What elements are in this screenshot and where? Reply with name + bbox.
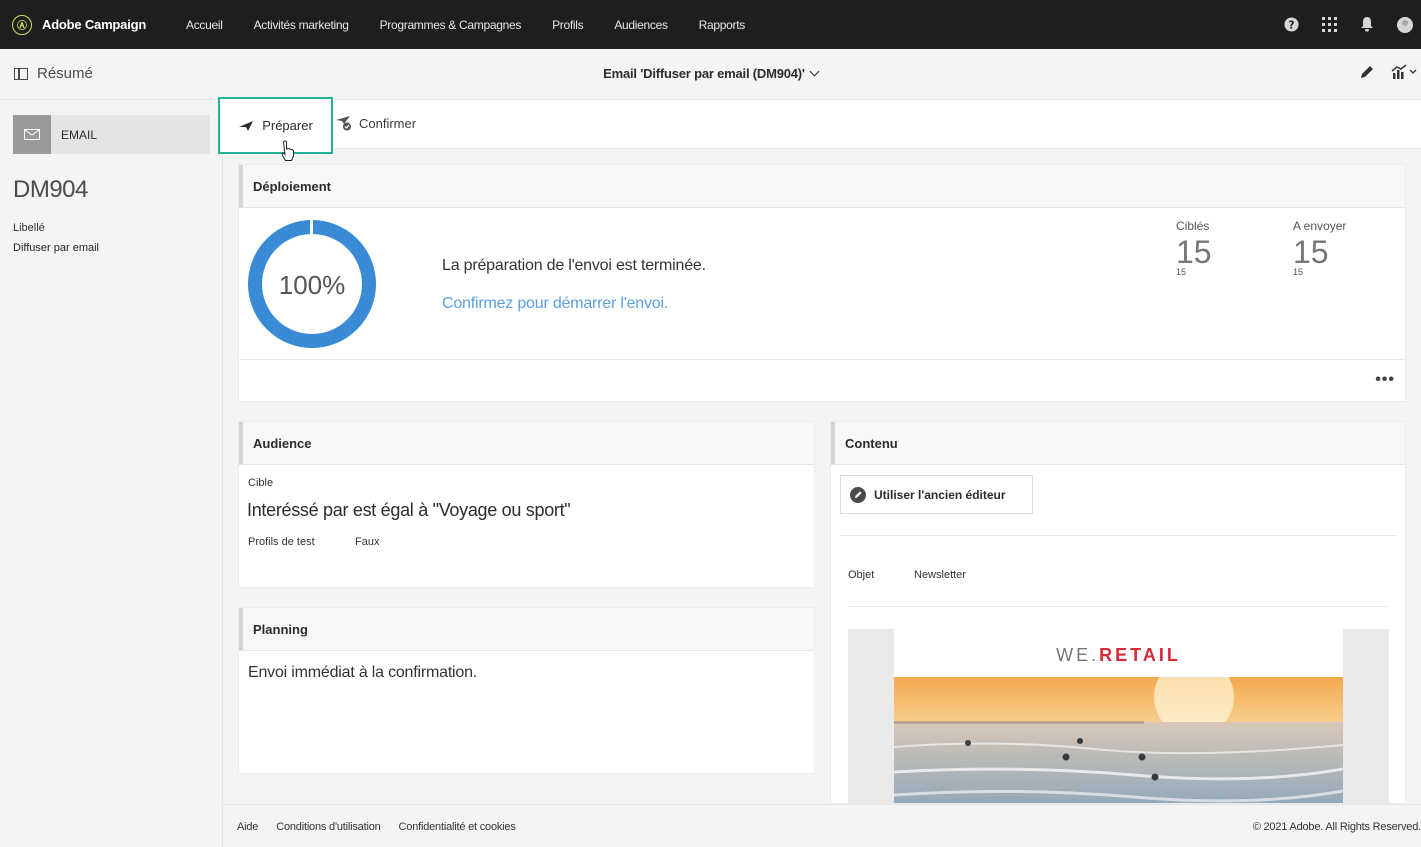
stat-to-send-label: A envoyer (1293, 219, 1347, 233)
bell-icon[interactable] (1359, 17, 1375, 33)
deployment-title: Déploiement (239, 165, 1405, 208)
deployment-message: La préparation de l'envoi est terminée. (442, 257, 706, 274)
edit-pencil-icon (850, 486, 866, 503)
sub-header-actions (1359, 64, 1417, 85)
stat-to-send: A envoyer 15 15 (1293, 219, 1346, 277)
planning-card: Planning Envoi immédiat à la confirmatio… (238, 607, 815, 774)
more-options-icon[interactable]: ••• (1375, 371, 1395, 389)
test-profiles-value: Faux (355, 536, 380, 548)
stat-to-send-value: 15 (1293, 234, 1329, 270)
audience-card: Audience Cible Interéssé par est égal à … (238, 421, 815, 588)
logo-part-we: WE. (1056, 645, 1100, 665)
email-preview[interactable]: WE.RETAIL (848, 629, 1389, 803)
report-chart-icon[interactable] (1391, 64, 1417, 85)
apps-grid-icon[interactable] (1321, 17, 1337, 33)
confirm-send-icon (336, 116, 351, 131)
page-title-text: Email 'Diffuser par email (DM904)' (603, 66, 805, 81)
content-title: Contenu (831, 422, 1405, 465)
divider (239, 359, 1405, 360)
stat-targeted-value: 15 (1176, 234, 1212, 270)
footer-link-terms[interactable]: Conditions d'utilisation (276, 821, 381, 833)
footer-link-aide[interactable]: Aide (237, 821, 258, 833)
envelope-icon (13, 115, 51, 154)
old-editor-button[interactable]: Utiliser l'ancien éditeur (840, 475, 1033, 514)
delivery-code: DM904 (13, 176, 88, 203)
channel-label: EMAIL (61, 127, 98, 142)
target-label: Cible (248, 477, 274, 489)
brand-name: Adobe Campaign (42, 17, 147, 32)
confirm-label: Confirmer (359, 115, 417, 131)
old-editor-label: Utiliser l'ancien éditeur (874, 487, 1006, 502)
hand-cursor-icon (281, 140, 294, 161)
prepare-label: Préparer (262, 118, 313, 133)
nav-item-activites-marketing[interactable]: Activités marketing (254, 18, 349, 32)
help-icon[interactable]: ? (1283, 17, 1299, 33)
divider (840, 535, 1397, 536)
confirm-link[interactable]: Confirmez pour démarrer l'envoi. (442, 295, 668, 313)
label-key: Libellé (13, 222, 45, 234)
progress-text: 100% (279, 270, 346, 300)
nav-item-audiences[interactable]: Audiences (614, 18, 668, 32)
sub-header: Résumé Email 'Diffuser par email (DM904)… (0, 49, 1421, 100)
confirm-button[interactable]: Confirmer (335, 115, 416, 131)
content-card: Contenu Utiliser l'ancien éditeur Objet … (830, 421, 1406, 804)
footer-link-privacy[interactable]: Confidentialité et cookies (399, 821, 516, 833)
nav-icons: ? (1283, 0, 1413, 49)
nav-item-programmes-campagnes[interactable]: Programmes & Campagnes (380, 18, 522, 32)
logo-part-retail: RETAIL (1099, 645, 1181, 665)
page-title[interactable]: Email 'Diffuser par email (DM904)' (0, 66, 1421, 81)
footer-links: Aide Conditions d'utilisation Confidenti… (237, 821, 516, 833)
top-nav: Ⓐ Adobe Campaign Accueil Activités marke… (0, 0, 1421, 49)
stat-targeted: Ciblés 15 15 (1176, 219, 1212, 277)
deployment-card: Déploiement 100% La préparation de l'env… (238, 164, 1406, 402)
progress-ring: 100% (248, 220, 376, 348)
planning-text: Envoi immédiat à la confirmation. (248, 664, 478, 681)
copyright: © 2021 Adobe. All Rights Reserved. (1252, 821, 1421, 833)
footer: Aide Conditions d'utilisation Confidenti… (223, 804, 1421, 847)
beach-surfers-image (894, 677, 1343, 803)
channel-chip: EMAIL (13, 115, 210, 154)
audience-title: Audience (239, 422, 814, 465)
user-avatar-icon[interactable] (1397, 16, 1413, 33)
we-retail-logo: WE.RETAIL (894, 645, 1343, 666)
nav-menu: Accueil Activités marketing Programmes &… (186, 18, 776, 32)
email-preview-page: WE.RETAIL (894, 629, 1343, 803)
divider (848, 606, 1389, 607)
nav-item-accueil[interactable]: Accueil (186, 18, 223, 32)
subject-key: Objet (848, 569, 875, 581)
planning-title: Planning (239, 608, 814, 651)
paper-plane-icon (239, 120, 254, 131)
left-panel: EMAIL DM904 Libellé Diffuser par email (0, 100, 223, 847)
chevron-down-icon (809, 66, 820, 77)
svg-text:?: ? (1288, 19, 1294, 31)
pencil-icon[interactable] (1359, 64, 1375, 85)
adobe-campaign-logo-icon: Ⓐ (12, 14, 32, 35)
target-rule: Interéssé par est égal à "Voyage ou spor… (247, 500, 571, 520)
subject-value: Newsletter (914, 569, 966, 581)
test-profiles-key: Profils de test (248, 536, 315, 548)
nav-item-profils[interactable]: Profils (552, 18, 584, 32)
brand[interactable]: Ⓐ Adobe Campaign (12, 14, 182, 35)
action-toolbar: Préparer Confirmer (218, 97, 1421, 154)
prepare-button[interactable]: Préparer (218, 97, 333, 154)
label-value: Diffuser par email (13, 242, 99, 254)
nav-item-rapports[interactable]: Rapports (699, 18, 746, 32)
stat-targeted-label: Ciblés (1176, 219, 1210, 233)
